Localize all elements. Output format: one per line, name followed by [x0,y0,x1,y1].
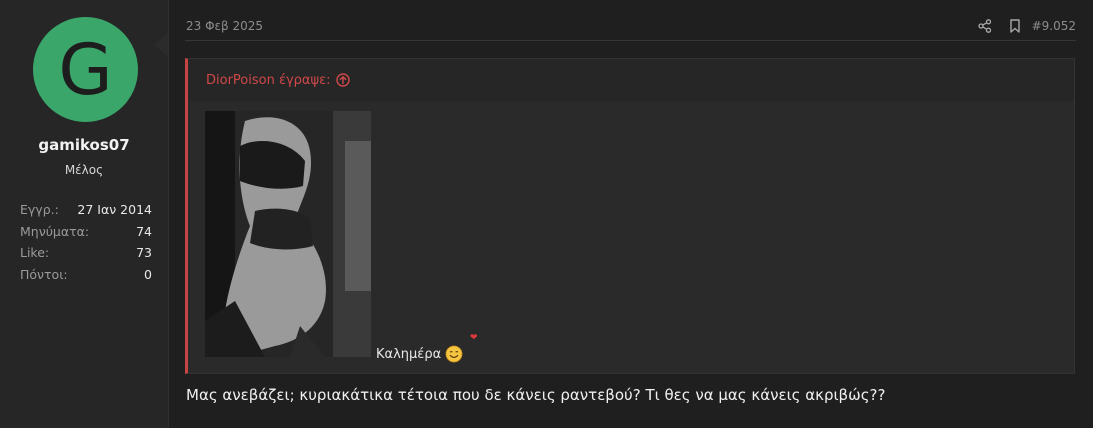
stat-value: 0 [144,266,152,282]
post-message: Μας ανεβάζει; κυριακάτικα τέτοια που δε … [186,386,886,404]
bookmark-icon[interactable] [1000,15,1030,37]
quote-header[interactable]: DiorPoison έγραψε: [188,59,1074,101]
stat-row-messages: Μηνύματα: 74 [20,221,152,243]
stat-row-joined: Εγγρ.: 27 Ιαν 2014 [20,199,152,221]
username[interactable]: gamikos07 [0,136,168,154]
post-header: 23 Φεβ 2025 #9.052 [185,10,1076,41]
avatar-letter: G [58,28,113,111]
stat-label: Like: [20,245,50,261]
smile-emoji-icon [445,345,463,363]
arrow-up-circle-icon[interactable] [336,73,351,87]
post-actions: #9.052 [970,15,1076,37]
quote-block: DiorPoison έγραψε: Καλημέρα ❤ [185,58,1075,374]
user-panel: G gamikos07 Μέλος Εγγρ.: 27 Ιαν 2014 Μην… [0,0,169,428]
user-title: Μέλος [64,163,104,177]
caption-text: Καλημέρα [376,346,442,362]
quote-author[interactable]: DiorPoison έγραψε: [206,73,330,88]
stat-label: Εγγρ.: [20,202,59,218]
share-icon[interactable] [970,15,1000,37]
user-stats: Εγγρ.: 27 Ιαν 2014 Μηνύματα: 74 Like: 73… [20,199,152,285]
stat-row-likes: Like: 73 [20,242,152,264]
stat-value: 73 [136,245,152,261]
stat-value: 27 Ιαν 2014 [77,202,152,218]
quoted-photo[interactable] [205,111,371,357]
heart-icon: ❤ [470,333,478,343]
stat-label: Μηνύματα: [20,223,90,239]
quote-caption: Καλημέρα [376,345,463,363]
post: 23 Φεβ 2025 #9.052 DiorPoison έγραψε: Κα… [168,0,1093,428]
avatar[interactable]: G [33,17,138,122]
post-number[interactable]: #9.052 [1032,19,1076,33]
stat-row-points: Πόντοι: 0 [20,264,152,286]
stat-value[interactable]: 74 [136,224,152,239]
post-date[interactable]: 23 Φεβ 2025 [186,19,263,33]
stat-label: Πόντοι: [20,266,68,282]
user-panel-pointer [154,33,168,57]
